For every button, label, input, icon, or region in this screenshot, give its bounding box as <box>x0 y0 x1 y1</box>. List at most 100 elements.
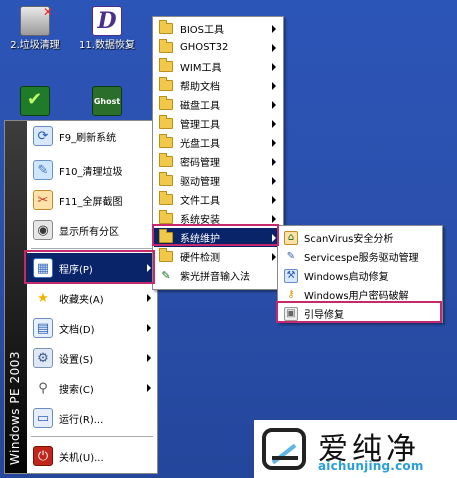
highlight-programs <box>24 250 155 284</box>
partition-icon: ◉ <box>33 220 53 240</box>
folder-icon <box>159 96 173 110</box>
desktop-icon-label: 2.垃圾清理 <box>10 40 60 51</box>
start-item-shutdown[interactable]: ⏻ 关机(U)... <box>27 441 157 471</box>
run-icon: ▭ <box>33 408 53 428</box>
maintenance-item-scanvirus[interactable]: ⌂ ScanVirus安全分析 <box>279 228 441 247</box>
programs-item-label: WIM工具 <box>180 63 222 74</box>
programs-item-admin[interactable]: 管理工具 <box>154 114 282 133</box>
desktop-icon-data-recovery[interactable]: D 11.数据恢复 <box>72 6 142 52</box>
chip-icon <box>20 86 50 116</box>
start-item-label: F11_全屏截图 <box>59 196 123 208</box>
start-item-label: 搜索(C) <box>59 384 94 396</box>
favorites-icon: ★ <box>37 290 49 306</box>
ghost-icon: Ghost <box>92 86 122 116</box>
programs-item-label: GHOST32 <box>180 42 229 53</box>
programs-item-label: 密码管理 <box>180 158 220 169</box>
start-item-cleanup[interactable]: ✎ F10_清理垃圾 <box>27 155 157 185</box>
start-item-favorites[interactable]: ★ 收藏夹(A) <box>27 283 157 313</box>
folder-icon <box>159 191 173 205</box>
chevron-right-icon <box>272 177 276 185</box>
chevron-right-icon <box>272 196 276 204</box>
programs-item-label: BIOS工具 <box>180 25 225 36</box>
folder-icon <box>159 58 173 72</box>
programs-item-label: 硬件检测 <box>180 253 220 264</box>
desktop-icon-trash-cleanup[interactable]: 2.垃圾清理 <box>0 5 70 52</box>
folder-icon <box>159 172 173 186</box>
chevron-right-icon <box>272 63 276 71</box>
programs-item-ghost32[interactable]: GHOST32 <box>154 38 282 57</box>
programs-item-wim[interactable]: WIM工具 <box>154 57 282 76</box>
start-item-documents[interactable]: ▤ 文档(D) <box>27 313 157 343</box>
programs-item-disk[interactable]: 磁盘工具 <box>154 95 282 114</box>
maintenance-item-label: Windows启动修复 <box>304 272 389 283</box>
trash-cleanup-icon <box>20 5 53 36</box>
chevron-right-icon <box>272 101 276 109</box>
maintenance-item-label: Servicespe服务驱动管理 <box>304 253 419 264</box>
programs-item-label: 管理工具 <box>180 120 220 131</box>
programs-item-help[interactable]: 帮助文档 <box>154 76 282 95</box>
chevron-right-icon <box>272 158 276 166</box>
start-item-screenshot[interactable]: ✂ F11_全屏截图 <box>27 185 157 215</box>
programs-item-label: 光盘工具 <box>180 139 220 150</box>
highlight-boot-repair <box>276 301 442 323</box>
programs-item-label: 驱动管理 <box>180 177 220 188</box>
watermark: 爱纯净 aichunjing.com <box>254 420 457 478</box>
chevron-right-icon <box>147 294 151 302</box>
folder-icon <box>159 77 173 91</box>
programs-item-hardware[interactable]: 硬件检测 <box>154 247 282 266</box>
folder-icon <box>159 20 173 34</box>
start-item-label: 运行(R)... <box>59 414 104 426</box>
start-item-settings[interactable]: ⚙ 设置(S) <box>27 343 157 373</box>
start-menu-banner: Windows PE 2003 <box>5 121 27 473</box>
screenshot-icon: ✂ <box>33 190 53 210</box>
start-item-label: 设置(S) <box>59 354 94 366</box>
start-item-refresh[interactable]: ⟳ F9_刷新系统 <box>27 121 157 151</box>
start-item-search[interactable]: ⚲ 搜索(C) <box>27 373 157 403</box>
desktop-icon-hardware[interactable] <box>0 86 70 120</box>
chevron-right-icon <box>147 384 151 392</box>
search-icon: ⚲ <box>38 380 48 396</box>
programs-item-label: 文件工具 <box>180 196 220 207</box>
maintenance-item-windows-repair[interactable]: ⚒ Windows启动修复 <box>279 266 441 285</box>
folder-icon <box>159 115 173 129</box>
start-menu: Windows PE 2003 ⟳ F9_刷新系统 ✎ F10_清理垃圾 ✂ F… <box>4 120 158 474</box>
chevron-right-icon <box>272 44 276 52</box>
key-icon: ⚷ <box>287 289 295 300</box>
chevron-right-icon <box>272 253 276 261</box>
chevron-right-icon <box>272 215 276 223</box>
windows-repair-icon: ⚒ <box>284 268 298 283</box>
programs-item-bios[interactable]: BIOS工具 <box>154 19 282 38</box>
chevron-right-icon <box>272 25 276 33</box>
settings-icon: ⚙ <box>33 348 53 368</box>
start-item-label: F10_清理垃圾 <box>59 166 123 178</box>
refresh-icon: ⟳ <box>33 126 53 146</box>
maintenance-item-servicespe[interactable]: ✎ Servicespe服务驱动管理 <box>279 247 441 266</box>
start-item-show-partitions[interactable]: ◉ 显示所有分区 <box>27 215 157 245</box>
maintenance-item-label: ScanVirus安全分析 <box>304 234 394 245</box>
folder-icon <box>159 248 173 262</box>
brand-logo-icon <box>262 428 306 470</box>
driver-icon: ✎ <box>286 251 296 262</box>
programs-item-driver[interactable]: 驱动管理 <box>154 171 282 190</box>
programs-item-pinyin[interactable]: ✎ 紫光拼音输入法 <box>154 266 282 285</box>
programs-item-optical[interactable]: 光盘工具 <box>154 133 282 152</box>
programs-item-label: 紫光拼音输入法 <box>180 272 250 283</box>
programs-item-label: 帮助文档 <box>180 82 220 93</box>
menu-separator <box>31 248 153 249</box>
programs-item-password[interactable]: 密码管理 <box>154 152 282 171</box>
start-item-label: F9_刷新系统 <box>59 132 117 144</box>
desktop-icon-ghost[interactable]: Ghost <box>72 86 142 120</box>
chevron-right-icon <box>147 324 151 332</box>
maintenance-item-label: Windows用户密码破解 <box>304 291 409 302</box>
desktop-icon-label: 11.数据恢复 <box>79 40 135 51</box>
virus-scan-icon: ⌂ <box>284 230 298 245</box>
programs-item-file[interactable]: 文件工具 <box>154 190 282 209</box>
chevron-right-icon <box>272 139 276 147</box>
chevron-right-icon <box>147 354 151 362</box>
documents-icon: ▤ <box>33 318 53 338</box>
start-menu-banner-text: Windows PE 2003 <box>8 350 22 465</box>
highlight-maintenance <box>152 224 279 246</box>
data-recovery-icon: D <box>92 6 122 36</box>
start-item-run[interactable]: ▭ 运行(R)... <box>27 403 157 433</box>
programs-submenu: BIOS工具 GHOST32 WIM工具 帮助文档 磁盘工具 管理工具 光盘工具… <box>152 16 284 290</box>
